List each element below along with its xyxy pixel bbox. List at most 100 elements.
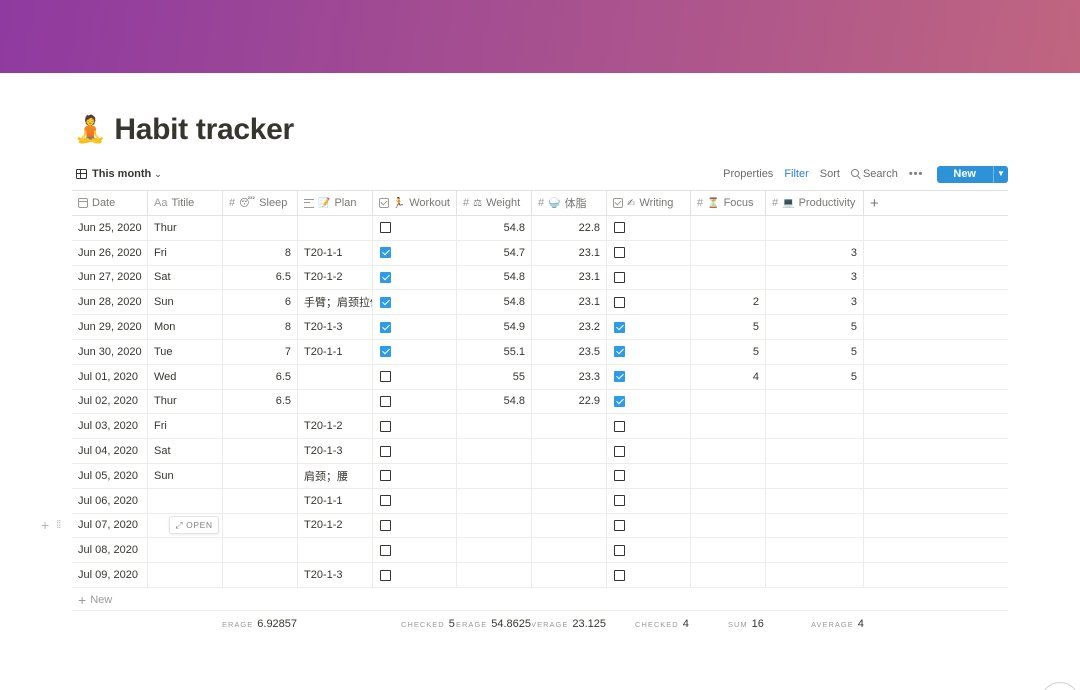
workout-checkbox[interactable] <box>380 420 391 432</box>
chevron-down-icon[interactable]: ▼ <box>993 165 1008 183</box>
cell-date[interactable]: Jun 25, 2020 <box>72 216 148 240</box>
cell-productivity[interactable] <box>766 464 864 488</box>
table-row[interactable]: Jul 04, 2020 Sat T20-1-3 <box>72 439 1008 464</box>
cell-date[interactable]: Jun 29, 2020 <box>72 315 148 339</box>
cell-weight[interactable]: 54.8 <box>457 389 532 414</box>
writing-checkbox[interactable] <box>614 346 625 358</box>
footer-calc-focus[interactable]: SUM 16 <box>728 618 764 630</box>
cell-productivity[interactable]: 5 <box>766 315 864 339</box>
table-row[interactable]: Jun 26, 2020 Fri 8 T20-1-1 54.7 23.1 3 <box>72 240 1008 266</box>
cell-fat[interactable]: 23.2 <box>532 315 607 339</box>
cell-title[interactable]: Mon <box>148 315 223 339</box>
cell-productivity[interactable] <box>766 513 864 538</box>
cell-weight[interactable]: 55 <box>457 364 532 389</box>
properties-button[interactable]: Properties <box>723 168 773 180</box>
cell-focus[interactable] <box>691 414 766 439</box>
cell-workout[interactable] <box>373 464 457 488</box>
cell-fat[interactable] <box>532 439 607 463</box>
cell-productivity[interactable] <box>766 538 864 563</box>
cell-fat[interactable] <box>532 464 607 488</box>
column-header-focus[interactable]: # ⏳ Focus <box>691 191 766 215</box>
open-row-button[interactable]: ⤢ OPEN <box>169 516 219 534</box>
writing-checkbox[interactable] <box>614 470 625 482</box>
cell-writing[interactable] <box>607 538 691 563</box>
table-row[interactable]: Jun 28, 2020 Sun 6 手臂；肩颈拉伸 54.8 23.1 2 3 <box>72 290 1008 316</box>
cell-title[interactable] <box>148 563 223 587</box>
column-header-fat[interactable]: # 🍚 体脂 <box>532 191 607 215</box>
cell-title[interactable]: Fri <box>148 240 223 265</box>
cell-date[interactable]: Jul 08, 2020 <box>72 538 148 563</box>
cell-focus[interactable] <box>691 240 766 265</box>
table-row[interactable]: Jul 01, 2020 Wed 6.5 55 23.3 4 5 <box>72 364 1008 390</box>
cell-workout[interactable] <box>373 216 457 240</box>
cell-sleep[interactable] <box>223 439 298 463</box>
cell-sleep[interactable]: 6.5 <box>223 265 298 290</box>
cell-sleep[interactable]: 7 <box>223 340 298 364</box>
cell-weight[interactable]: 54.9 <box>457 315 532 339</box>
workout-checkbox[interactable] <box>380 346 391 358</box>
cell-sleep[interactable]: 8 <box>223 315 298 339</box>
add-column-icon[interactable]: + <box>864 191 894 215</box>
cell-title[interactable]: Tue <box>148 340 223 364</box>
cell-sleep[interactable] <box>223 563 298 587</box>
cell-focus[interactable] <box>691 464 766 488</box>
cell-title[interactable]: Sat <box>148 265 223 290</box>
view-selector[interactable]: This month ⌄ <box>76 163 162 185</box>
column-header-weight[interactable]: # ⚖ Weight <box>457 191 532 215</box>
cell-date[interactable]: Jul 07, 2020 <box>72 513 148 538</box>
cell-title[interactable] <box>148 488 223 513</box>
cell-workout[interactable] <box>373 513 457 538</box>
workout-checkbox[interactable] <box>380 445 391 457</box>
cell-fat[interactable]: 23.5 <box>532 340 607 364</box>
cell-plan[interactable]: T20-1-3 <box>298 315 373 339</box>
cell-productivity[interactable] <box>766 439 864 463</box>
cell-writing[interactable] <box>607 439 691 463</box>
cell-writing[interactable] <box>607 513 691 538</box>
column-header-date[interactable]: Date <box>72 191 148 215</box>
cell-title[interactable]: Sun <box>148 464 223 488</box>
cell-writing[interactable] <box>607 240 691 265</box>
drag-handle-icon[interactable]: ⁞⁞ <box>56 519 61 531</box>
workout-checkbox[interactable] <box>380 321 391 333</box>
cell-date[interactable]: Jul 09, 2020 <box>72 563 148 587</box>
cell-sleep[interactable]: 6.5 <box>223 389 298 414</box>
cell-weight[interactable] <box>457 439 532 463</box>
cell-writing[interactable] <box>607 464 691 488</box>
table-row[interactable]: Jun 27, 2020 Sat 6.5 T20-1-2 54.8 23.1 3 <box>72 265 1008 291</box>
table-row[interactable]: Jul 06, 2020 T20-1-1 <box>72 488 1008 514</box>
table-row[interactable]: Jul 09, 2020 T20-1-3 <box>72 563 1008 588</box>
cell-fat[interactable] <box>532 488 607 513</box>
cell-sleep[interactable]: 6 <box>223 290 298 315</box>
cell-writing[interactable] <box>607 340 691 364</box>
column-header-title[interactable]: Aa Titile <box>148 191 223 215</box>
cell-productivity[interactable]: 3 <box>766 290 864 315</box>
cell-workout[interactable] <box>373 538 457 563</box>
cell-productivity[interactable]: 5 <box>766 364 864 389</box>
cell-date[interactable]: Jul 02, 2020 <box>72 389 148 414</box>
cell-productivity[interactable]: 3 <box>766 265 864 290</box>
cell-focus[interactable] <box>691 538 766 563</box>
cell-focus[interactable] <box>691 216 766 240</box>
cell-sleep[interactable]: 6.5 <box>223 364 298 389</box>
cell-focus[interactable]: 4 <box>691 364 766 389</box>
writing-checkbox[interactable] <box>614 247 625 259</box>
new-row-button[interactable]: + New <box>78 592 112 608</box>
cell-writing[interactable] <box>607 563 691 587</box>
cell-workout[interactable] <box>373 265 457 290</box>
cell-weight[interactable] <box>457 488 532 513</box>
cell-focus[interactable] <box>691 389 766 414</box>
cell-focus[interactable] <box>691 439 766 463</box>
cell-plan[interactable]: T20-1-1 <box>298 340 373 364</box>
cell-sleep[interactable] <box>223 488 298 513</box>
cell-productivity[interactable]: 5 <box>766 340 864 364</box>
workout-checkbox[interactable] <box>380 222 391 234</box>
workout-checkbox[interactable] <box>380 470 391 482</box>
cell-writing[interactable] <box>607 414 691 439</box>
cell-date[interactable]: Jun 27, 2020 <box>72 265 148 290</box>
cell-sleep[interactable] <box>223 513 298 538</box>
cell-sleep[interactable] <box>223 216 298 240</box>
cell-productivity[interactable] <box>766 389 864 414</box>
cell-plan[interactable]: T20-1-2 <box>298 265 373 290</box>
cell-date[interactable]: Jul 04, 2020 <box>72 439 148 463</box>
cell-date[interactable]: Jun 30, 2020 <box>72 340 148 364</box>
